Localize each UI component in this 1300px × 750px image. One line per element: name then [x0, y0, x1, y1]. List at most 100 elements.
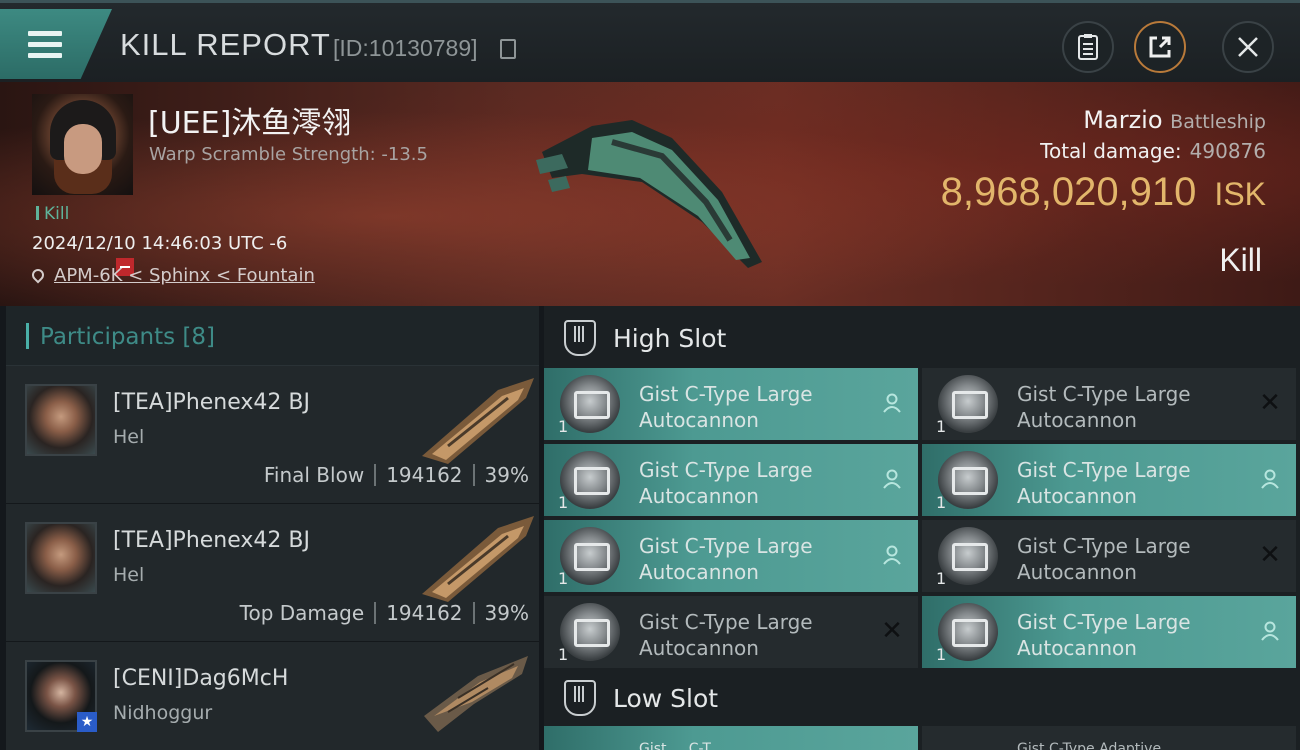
- kill-result: Kill: [1219, 242, 1262, 278]
- ship-name: Marzio: [1083, 106, 1163, 134]
- module-name: Gist C-Type Large Autocannon: [639, 610, 813, 660]
- participants-header[interactable]: Participants [8]: [6, 306, 539, 366]
- kill-datetime: 2024/12/10 14:46:03 UTC -6: [32, 233, 288, 254]
- module-name: Gist C-Type Adaptive: [1017, 741, 1162, 750]
- location-pin-icon: [29, 266, 47, 284]
- module-item[interactable]: 1 Gist C-Type Large Autocannon: [922, 596, 1296, 668]
- participant-row[interactable]: [TEA]Phenex42 BJ Hel Top Damage 194162 39%: [6, 504, 539, 642]
- autocannon-icon: [938, 451, 998, 509]
- participant-ship: Nidhoggur: [113, 702, 213, 724]
- participant-percent: 39%: [484, 463, 529, 487]
- module-name: Gist ... C-T...: [639, 741, 723, 750]
- autocannon-icon: [938, 527, 998, 585]
- autocannon-icon: [938, 375, 998, 433]
- module-item[interactable]: 1 Gist C-Type Large Autocannon: [544, 368, 918, 440]
- module-item[interactable]: 1 Gist C-Type Large Autocannon ✕: [922, 520, 1296, 592]
- low-slot-header: Low Slot: [544, 668, 1300, 726]
- participants-label: Participants [8]: [40, 324, 216, 350]
- participant-percent: 39%: [484, 601, 529, 625]
- close-icon: [1238, 37, 1258, 57]
- top-bar: KILL REPORT [ID:10130789]: [0, 0, 1300, 82]
- close-icon: ✕: [881, 616, 903, 646]
- participant-role: Final Blow: [263, 463, 365, 487]
- high-slot-icon: [564, 320, 596, 356]
- participant-avatar[interactable]: [25, 384, 97, 456]
- module-quantity: 1: [936, 493, 947, 512]
- participant-row[interactable]: [TEA]Phenex42 BJ Hel Final Blow 194162 39%: [6, 366, 539, 504]
- module-item[interactable]: 1 Gist C-Type Large Autocannon ✕: [922, 368, 1296, 440]
- participant-row[interactable]: ★ [CENI]Dag6McH Nidhoggur: [6, 642, 539, 750]
- module-name: Gist C-Type Large Autocannon: [639, 534, 813, 584]
- module-item[interactable]: Gist ... C-T...: [544, 726, 918, 750]
- module-quantity: 1: [558, 493, 569, 512]
- module-item[interactable]: 1 Gist C-Type Large Autocannon: [544, 520, 918, 592]
- module-quantity: 1: [936, 417, 947, 436]
- module-name: Gist C-Type Large Autocannon: [1017, 458, 1191, 508]
- low-slot-icon: [564, 680, 596, 716]
- copy-icon[interactable]: [500, 39, 516, 59]
- isk-amount: 8,968,020,910: [940, 170, 1197, 214]
- kill-location[interactable]: APM-6K < Sphinx < Fountain: [29, 265, 315, 286]
- module-name: Gist C-Type Large Autocannon: [1017, 382, 1191, 432]
- module-item[interactable]: 1 Gist C-Type Large Autocannon: [922, 444, 1296, 516]
- victim-ship[interactable]: Marzio Battleship: [1083, 106, 1266, 134]
- share-button[interactable]: [1134, 21, 1186, 73]
- participant-name: [TEA]Phenex42 BJ: [113, 390, 310, 415]
- location-link[interactable]: APM-6K < Sphinx < Fountain: [54, 265, 315, 286]
- high-slot-label: High Slot: [613, 324, 727, 353]
- victim-banner: [UEE]沐鱼澪翎 Warp Scramble Strength: -13.5 …: [0, 82, 1300, 306]
- module-quantity: 1: [558, 569, 569, 588]
- warp-scramble-strength: Warp Scramble Strength: -13.5: [149, 144, 428, 165]
- participant-damage: 194162: [386, 601, 463, 625]
- module-name: Gist C-Type Large Autocannon: [639, 458, 813, 508]
- total-damage: Total damage: 490876: [1040, 139, 1266, 163]
- module-quantity: 1: [936, 645, 947, 664]
- participant-ship: Hel: [113, 426, 145, 448]
- participant-ship-image: [422, 516, 534, 602]
- clipboard-button[interactable]: [1062, 21, 1114, 73]
- autocannon-icon: [560, 451, 620, 509]
- hamburger-icon: [28, 31, 62, 64]
- participant-stats: Final Blow 194162 39%: [264, 463, 529, 487]
- module-item[interactable]: Gist C-Type Adaptive: [922, 726, 1296, 750]
- participants-panel: Participants [8] [TEA]Phenex42 BJ Hel Fi…: [6, 306, 539, 750]
- close-button[interactable]: [1222, 21, 1274, 73]
- isk-unit: ISK: [1214, 176, 1266, 212]
- high-slot-header: High Slot: [544, 306, 1300, 368]
- victim-avatar[interactable]: [32, 94, 133, 195]
- clipboard-icon: [1078, 34, 1098, 60]
- participant-name: [CENI]Dag6McH: [113, 666, 289, 691]
- report-id: [ID:10130789]: [333, 35, 478, 61]
- participant-name: [TEA]Phenex42 BJ: [113, 528, 310, 553]
- module-item[interactable]: 1 Gist C-Type Large Autocannon ✕: [544, 596, 918, 668]
- module-item[interactable]: 1 Gist C-Type Large Autocannon: [544, 444, 918, 516]
- participant-role: Top Damage: [239, 601, 365, 625]
- participant-stats: Top Damage 194162 39%: [240, 601, 529, 625]
- share-icon: [1149, 36, 1171, 58]
- pilot-icon: [1258, 466, 1282, 492]
- victim-ship-image[interactable]: [522, 112, 772, 272]
- participant-ship-image: [422, 378, 534, 464]
- participant-avatar[interactable]: ★: [25, 660, 97, 732]
- menu-button[interactable]: [0, 9, 112, 79]
- autocannon-icon: [560, 375, 620, 433]
- module-name: Gist C-Type Large Autocannon: [1017, 534, 1191, 584]
- low-slot-grid: Gist ... C-T... Gist C-Type Adaptive: [544, 726, 1300, 750]
- pilot-icon: [880, 466, 904, 492]
- autocannon-icon: [560, 603, 620, 661]
- high-slot-grid: 1 Gist C-Type Large Autocannon 1 Gist C-T…: [544, 368, 1300, 668]
- total-damage-label: Total damage:: [1040, 139, 1182, 163]
- close-icon: ✕: [1259, 388, 1281, 418]
- fitting-panel: High Slot 1 Gist C-Type Large Autocannon …: [544, 306, 1300, 750]
- pilot-icon: [880, 542, 904, 568]
- participant-avatar[interactable]: [25, 522, 97, 594]
- participant-ship-image: [424, 656, 528, 732]
- autocannon-icon: [938, 603, 998, 661]
- kill-tag: Kill: [36, 204, 69, 224]
- module-quantity: 1: [936, 569, 947, 588]
- module-quantity: 1: [558, 645, 569, 664]
- star-icon: ★: [77, 712, 97, 732]
- victim-name[interactable]: [UEE]沐鱼澪翎: [148, 98, 351, 142]
- pilot-icon: [880, 390, 904, 416]
- isk-value: 8,968,020,910 ISK: [941, 170, 1266, 215]
